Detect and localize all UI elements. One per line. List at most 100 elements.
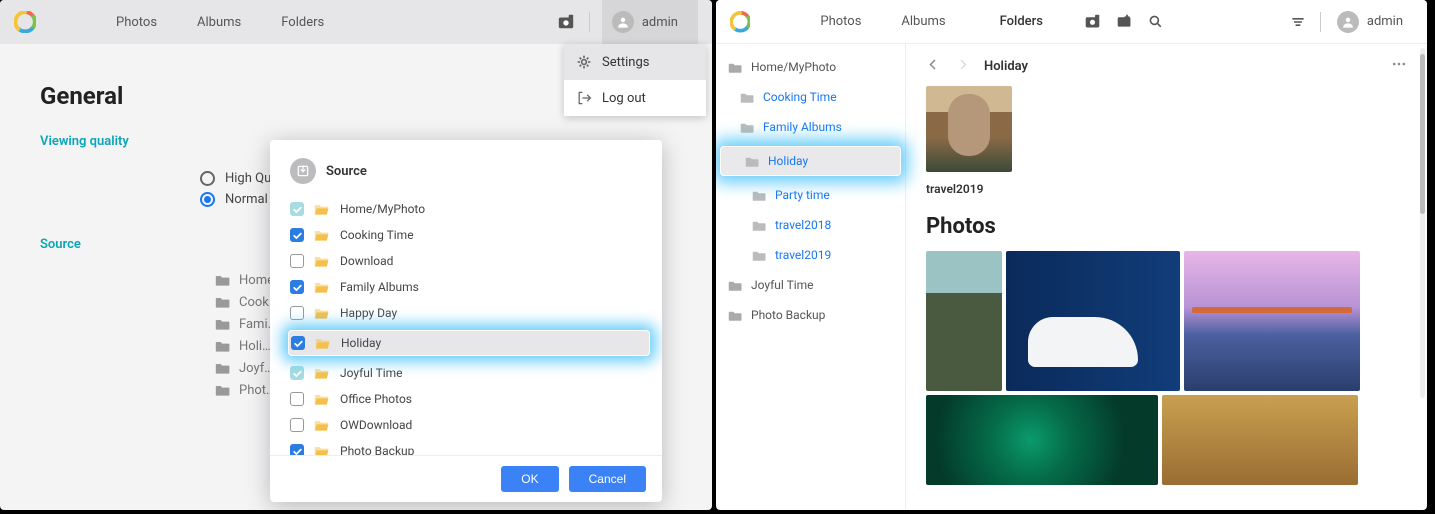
nav-photos[interactable]: Photos: [116, 15, 157, 30]
folder-icon: [215, 316, 231, 332]
cancel-button[interactable]: Cancel: [569, 466, 646, 492]
more-icon[interactable]: [1391, 56, 1407, 76]
folder-icon: [752, 188, 767, 203]
sidebar-folder[interactable]: travel2018: [716, 210, 905, 240]
radio-icon: [200, 171, 215, 186]
source-item-label: Holiday: [341, 336, 381, 350]
folder-thumbnail-label: travel2019: [926, 182, 1407, 196]
checkbox[interactable]: [290, 202, 304, 216]
user-dropdown: Settings Log out: [564, 44, 706, 116]
photo-grid: [926, 251, 1407, 485]
folder-icon: [314, 279, 330, 295]
photo-thumbnail[interactable]: [1006, 251, 1180, 391]
photo-thumbnail[interactable]: [1184, 251, 1360, 391]
folder-icon: [314, 305, 330, 321]
source-item-label: Download: [340, 254, 393, 268]
source-item[interactable]: Cooking Time: [290, 222, 648, 248]
sidebar-folder-label: Home/MyPhoto: [751, 60, 836, 74]
photo-thumbnail[interactable]: [926, 395, 1158, 485]
folder-icon: [314, 201, 330, 217]
photo-thumbnail[interactable]: [926, 251, 1002, 391]
topbar-right: Photos Albums Folders admin: [716, 0, 1427, 44]
source-item[interactable]: Home/MyPhoto: [290, 196, 648, 222]
folder-icon: [745, 154, 760, 169]
folder-icon: [752, 218, 767, 233]
upload-icon[interactable]: [1077, 6, 1108, 38]
sidebar-folder-label: Joyful Time: [751, 278, 814, 292]
checkbox[interactable]: [290, 392, 304, 406]
folder-icon: [215, 360, 231, 376]
folder-icon: [314, 253, 330, 269]
source-item-label: Office Photos: [340, 392, 412, 406]
app-logo-icon[interactable]: [730, 11, 750, 33]
source-item[interactable]: Photo Backup: [290, 438, 648, 455]
forward-button[interactable]: [955, 57, 970, 76]
folder-icon: [314, 443, 330, 455]
scrollbar[interactable]: [1420, 48, 1425, 398]
folder-icon: [314, 417, 330, 433]
sidebar-folder[interactable]: Family Albums: [716, 112, 905, 142]
sidebar-folder[interactable]: Photo Backup: [716, 300, 905, 330]
checkbox[interactable]: [290, 280, 304, 294]
sidebar-folder-label: Family Albums: [763, 120, 842, 134]
nav-albums[interactable]: Albums: [197, 15, 241, 30]
nav-folders[interactable]: Folders: [281, 15, 324, 30]
folder-icon: [314, 227, 330, 243]
dialog-title: Source: [326, 164, 367, 179]
source-item[interactable]: Family Albums: [290, 274, 648, 300]
search-icon[interactable]: [1140, 6, 1171, 38]
source-item-label: Home/MyPhoto: [340, 202, 425, 216]
source-item-label: OWDownload: [340, 418, 412, 432]
menu-settings[interactable]: Settings: [564, 44, 706, 80]
sidebar-folder[interactable]: travel2019: [716, 240, 905, 270]
user-name: admin: [1367, 14, 1403, 29]
sidebar-folder[interactable]: Cooking Time: [716, 82, 905, 112]
source-item[interactable]: Joyful Time: [290, 360, 648, 386]
user-menu-trigger[interactable]: admin: [1327, 7, 1413, 37]
import-icon: [290, 158, 316, 184]
divider: [589, 12, 590, 32]
back-button[interactable]: [926, 57, 941, 76]
user-avatar-icon: [1337, 11, 1359, 33]
checkbox[interactable]: [291, 336, 305, 350]
folder-icon: [215, 272, 231, 288]
source-item[interactable]: Office Photos: [290, 386, 648, 412]
checkbox[interactable]: [290, 254, 304, 268]
checkbox[interactable]: [290, 228, 304, 242]
nav-albums[interactable]: Albums: [901, 14, 945, 29]
nav-folders[interactable]: Folders: [986, 8, 1057, 35]
upload-icon[interactable]: [549, 6, 583, 38]
checkbox[interactable]: [290, 366, 304, 380]
folder-icon: [728, 278, 743, 293]
source-item-label: Photo Backup: [340, 444, 414, 455]
filter-icon[interactable]: [1282, 6, 1313, 38]
divider: [1320, 12, 1321, 32]
source-item-label: Happy Day: [340, 306, 397, 320]
menu-logout[interactable]: Log out: [564, 80, 706, 116]
user-menu-trigger[interactable]: admin: [602, 0, 698, 44]
nav-photos[interactable]: Photos: [820, 14, 861, 29]
checkbox[interactable]: [290, 444, 304, 455]
sidebar-folder-label: travel2018: [775, 218, 831, 232]
checkbox[interactable]: [290, 418, 304, 432]
checkbox[interactable]: [290, 306, 304, 320]
folder-icon: [215, 338, 231, 354]
app-logo-icon[interactable]: [14, 11, 36, 33]
sidebar-folder[interactable]: Party time: [716, 180, 905, 210]
photo-thumbnail[interactable]: [1162, 395, 1358, 485]
ok-button[interactable]: OK: [501, 466, 558, 492]
source-item[interactable]: Download: [290, 248, 648, 274]
source-item[interactable]: Happy Day: [290, 300, 648, 326]
folder-thumbnail[interactable]: [926, 86, 1012, 172]
sidebar-folder[interactable]: Holiday: [720, 146, 901, 176]
sidebar-folder[interactable]: Joyful Time: [716, 270, 905, 300]
folder-icon: [314, 365, 330, 381]
source-item[interactable]: Holiday: [288, 330, 650, 356]
sidebar-folder[interactable]: Home/MyPhoto: [716, 52, 905, 82]
source-item[interactable]: OWDownload: [290, 412, 648, 438]
logout-icon: [576, 90, 592, 106]
add-folder-icon[interactable]: [1108, 6, 1139, 38]
menu-settings-label: Settings: [602, 55, 649, 70]
sidebar-folder-label: Party time: [775, 188, 830, 202]
folder-icon: [315, 335, 331, 351]
